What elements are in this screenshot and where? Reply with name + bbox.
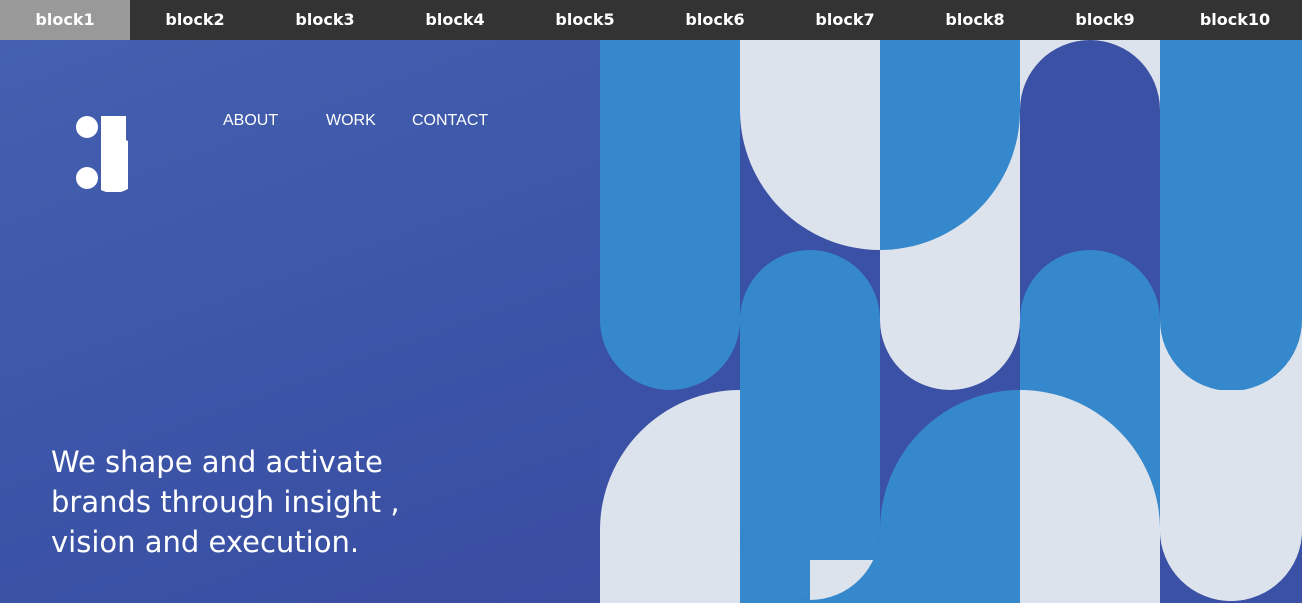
tab-block4[interactable]: block4: [390, 0, 520, 40]
hero-headline: We shape and activate brands through ins…: [51, 442, 571, 562]
tab-block5[interactable]: block5: [520, 0, 650, 40]
tab-block7[interactable]: block7: [780, 0, 910, 40]
hero-section: ABOUT WORK CONTACT We shape and activate…: [0, 40, 1302, 603]
tab-block2[interactable]: block2: [130, 0, 260, 40]
headline-line-2: brands through insight ,: [51, 485, 400, 519]
tab-block6[interactable]: block6: [650, 0, 780, 40]
headline-line-3: vision and execution.: [51, 525, 360, 559]
nav-contact-link[interactable]: CONTACT: [412, 112, 488, 130]
top-tab-bar: block1 block2 block3 block4 block5 block…: [0, 0, 1302, 40]
tab-block10[interactable]: block10: [1170, 0, 1300, 40]
tab-block8[interactable]: block8: [910, 0, 1040, 40]
geometric-pattern-graphic: [600, 40, 1302, 603]
tab-block9[interactable]: block9: [1040, 0, 1170, 40]
nav-about-link[interactable]: ABOUT: [223, 112, 278, 130]
nav-work-link[interactable]: WORK: [326, 112, 376, 130]
tab-block3[interactable]: block3: [260, 0, 390, 40]
tab-block1[interactable]: block1: [0, 0, 130, 40]
headline-line-1: We shape and activate: [51, 445, 383, 479]
brand-logo[interactable]: [74, 114, 128, 192]
